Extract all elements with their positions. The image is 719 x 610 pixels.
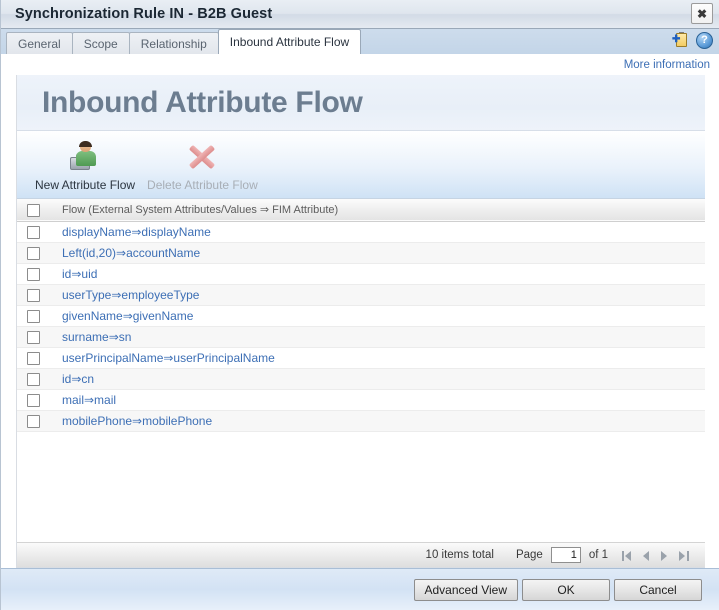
pagination-bar: 10 items total Page of 1 <box>17 542 705 567</box>
tab-scope[interactable]: Scope <box>71 32 130 54</box>
tab-inbound-attribute-flow[interactable]: Inbound Attribute Flow <box>217 29 362 54</box>
table-body: displayName⇒displayName Left(id,20)⇒acco… <box>17 221 705 431</box>
plus-glyph: ✚ <box>672 34 681 45</box>
more-information-link[interactable]: More information <box>624 59 710 71</box>
page-number-input[interactable] <box>550 547 581 563</box>
delete-attribute-flow-label: Delete Attribute Flow <box>147 178 258 192</box>
close-button[interactable]: ✖ <box>691 3 713 24</box>
previous-page-icon[interactable] <box>640 549 653 562</box>
new-attribute-flow-button[interactable]: New Attribute Flow <box>29 140 141 198</box>
table-row[interactable]: displayName⇒displayName <box>17 221 705 242</box>
close-icon: ✖ <box>696 6 708 21</box>
table-row[interactable]: mobilePhone⇒mobilePhone <box>17 410 705 431</box>
row-checkbox[interactable] <box>27 246 40 260</box>
tab-strip: General Scope Relationship Inbound Attri… <box>1 29 719 55</box>
flow-link[interactable]: userPrincipalName⇒userPrincipalName <box>59 347 705 368</box>
page-title: Inbound Attribute Flow <box>42 85 363 119</box>
select-all-cell <box>17 199 59 221</box>
last-page-icon[interactable] <box>676 549 689 562</box>
flow-link[interactable]: mail⇒mail <box>59 389 705 410</box>
tab-relationship[interactable]: Relationship <box>128 32 219 54</box>
flow-link[interactable]: userType⇒employeeType <box>59 284 705 305</box>
row-select-cell <box>17 326 59 347</box>
table-row[interactable]: Left(id,20)⇒accountName <box>17 242 705 263</box>
previous-page-triangle <box>643 550 649 561</box>
table-row[interactable]: id⇒cn <box>17 368 705 389</box>
page-of-label: of 1 <box>588 549 608 561</box>
column-header-flow: Flow (External System Attributes/Values … <box>62 204 339 217</box>
table-row[interactable]: mail⇒mail <box>17 389 705 410</box>
ok-button[interactable]: OK <box>522 578 610 601</box>
table-header-row: Flow (External System Attributes/Values … <box>17 199 705 221</box>
tab-strip-actions: ✚ ? <box>672 32 713 49</box>
content-panel: Inbound Attribute Flow New Attribute Flo… <box>16 75 705 568</box>
row-select-cell <box>17 263 59 284</box>
new-attribute-flow-label: New Attribute Flow <box>35 178 136 192</box>
table-row[interactable]: userType⇒employeeType <box>17 284 705 305</box>
table-row[interactable]: surname⇒sn <box>17 326 705 347</box>
page-label: Page <box>515 549 543 561</box>
row-select-cell <box>17 242 59 263</box>
row-checkbox[interactable] <box>27 372 40 386</box>
row-select-cell <box>17 221 59 242</box>
dialog-footer: Advanced View OK Cancel <box>1 568 719 610</box>
row-checkbox[interactable] <box>27 288 40 302</box>
row-select-cell <box>17 389 59 410</box>
row-checkbox[interactable] <box>27 351 40 365</box>
row-select-cell <box>17 347 59 368</box>
help-icon[interactable]: ? <box>696 32 713 49</box>
person-hair-shape <box>79 141 93 147</box>
row-checkbox[interactable] <box>27 309 40 323</box>
first-page-icon[interactable] <box>622 549 635 562</box>
row-select-cell <box>17 410 59 431</box>
table-row[interactable]: givenName⇒givenName <box>17 305 705 326</box>
row-select-cell <box>17 368 59 389</box>
more-information-row: More information <box>1 55 719 74</box>
row-select-cell <box>17 305 59 326</box>
flow-link[interactable]: mobilePhone⇒mobilePhone <box>59 410 705 431</box>
title-bar: Synchronization Rule IN - B2B Guest ✖ <box>1 0 719 29</box>
dialog-window: Synchronization Rule IN - B2B Guest ✖ Ge… <box>0 0 719 610</box>
select-all-checkbox[interactable] <box>27 203 40 217</box>
flow-link[interactable]: displayName⇒displayName <box>59 221 705 242</box>
row-checkbox[interactable] <box>27 225 40 239</box>
row-checkbox[interactable] <box>27 330 40 344</box>
next-page-icon[interactable] <box>658 549 671 562</box>
items-total-label: 10 items total <box>425 549 494 561</box>
attribute-flow-table: Flow (External System Attributes/Values … <box>17 199 705 432</box>
flow-link[interactable]: givenName⇒givenName <box>59 305 705 326</box>
toolbar: New Attribute Flow Delete Attribute Flow <box>17 131 705 199</box>
flow-link[interactable]: id⇒cn <box>59 368 705 389</box>
pagination-arrows <box>622 549 689 562</box>
table-row[interactable]: id⇒uid <box>17 263 705 284</box>
flow-link[interactable]: Left(id,20)⇒accountName <box>59 242 705 263</box>
advanced-view-button[interactable]: Advanced View <box>413 578 518 601</box>
tab-general[interactable]: General <box>6 32 73 54</box>
window-title: Synchronization Rule IN - B2B Guest <box>15 6 273 22</box>
delete-x-icon <box>184 140 220 174</box>
person-body-shape <box>76 151 97 166</box>
panel-header: Inbound Attribute Flow <box>17 75 705 131</box>
flow-link[interactable]: surname⇒sn <box>59 326 705 347</box>
row-checkbox[interactable] <box>27 267 40 281</box>
first-page-triangle <box>625 550 631 561</box>
row-checkbox[interactable] <box>27 414 40 428</box>
next-page-triangle <box>661 550 667 561</box>
cancel-button[interactable]: Cancel <box>614 578 702 601</box>
last-page-triangle <box>679 550 685 561</box>
delete-attribute-flow-button[interactable]: Delete Attribute Flow <box>141 140 264 198</box>
first-page-bar <box>622 550 624 561</box>
table-head: Flow (External System Attributes/Values … <box>17 199 705 221</box>
flow-link[interactable]: id⇒uid <box>59 263 705 284</box>
table-row[interactable]: userPrincipalName⇒userPrincipalName <box>17 347 705 368</box>
new-attribute-flow-icon <box>67 140 103 174</box>
clipboard-add-icon[interactable]: ✚ <box>672 32 689 49</box>
row-select-cell <box>17 284 59 305</box>
row-checkbox[interactable] <box>27 393 40 407</box>
last-page-bar <box>687 550 689 561</box>
